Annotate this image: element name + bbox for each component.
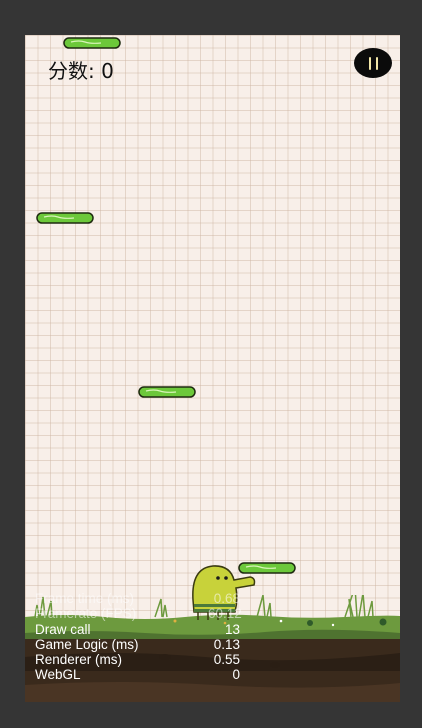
pause-button[interactable] xyxy=(354,48,392,78)
platform xyxy=(63,37,121,49)
platform xyxy=(36,212,94,224)
stat-renderer: Renderer (ms) 0.55 xyxy=(35,652,240,668)
stat-frame-time: Frame time (ms) 0.68 xyxy=(35,591,240,606)
stat-webgl: WebGL 0 xyxy=(35,667,240,683)
stat-framerate: Framerate (FPS) 60.12 xyxy=(35,606,242,622)
score-label: 分数: 0 xyxy=(48,59,114,83)
stat-game-logic: Game Logic (ms) 0.13 xyxy=(35,636,240,652)
pause-icon xyxy=(368,56,371,70)
stat-draw-call: Draw call 13 xyxy=(35,621,240,637)
game-canvas[interactable]: 分数: 0 Frame time (ms) 0.68 Framerate (FP… xyxy=(25,35,400,702)
debug-stats-panel: Frame time (ms) 0.68 Framerate (FPS) 60.… xyxy=(35,591,242,683)
platform xyxy=(138,386,196,398)
